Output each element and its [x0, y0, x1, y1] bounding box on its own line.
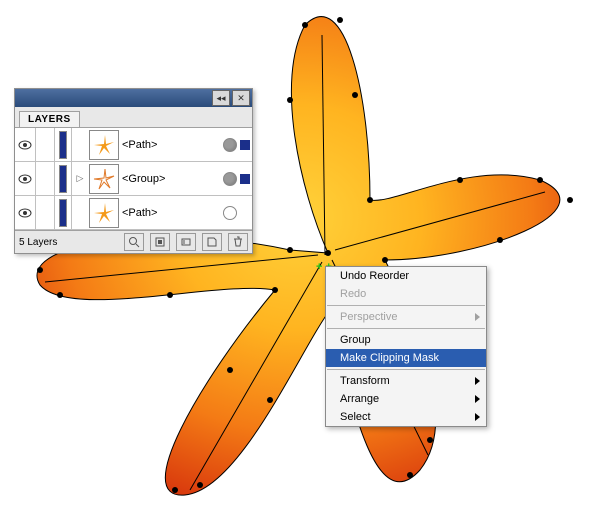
target-icon[interactable]: [223, 206, 237, 220]
layer-vis-row: [15, 196, 71, 230]
layer-color-swatch: [55, 128, 71, 161]
close-icon[interactable]: ✕: [232, 90, 250, 106]
layer-color-swatch: [55, 196, 71, 229]
layer-color-swatch: [55, 162, 71, 195]
menu-separator: [327, 328, 485, 329]
menu-make-clipping-mask[interactable]: Make Clipping Mask: [326, 349, 486, 367]
panel-tabrow: LAYERS: [15, 107, 252, 128]
starfish-artwork[interactable]: [0, 0, 600, 527]
eye-icon[interactable]: [15, 196, 36, 229]
menu-perspective: Perspective: [326, 308, 486, 326]
selection-indicator: [240, 140, 250, 150]
trash-icon[interactable]: [228, 233, 248, 251]
layers-footer: 5 Layers: [15, 230, 252, 253]
layer-row[interactable]: <Path>: [72, 196, 252, 230]
layer-thumbnail: [89, 198, 119, 228]
menu-separator: [327, 305, 485, 306]
menu-separator: [327, 369, 485, 370]
layer-vis-row: [15, 128, 71, 162]
layer-thumbnail: [89, 130, 119, 160]
menu-undo-reorder[interactable]: Undo Reorder: [326, 267, 486, 285]
menu-transform[interactable]: Transform: [326, 372, 486, 390]
layer-name[interactable]: <Path>: [122, 139, 220, 151]
menu-redo: Redo: [326, 285, 486, 303]
menu-arrange[interactable]: Arrange: [326, 390, 486, 408]
layers-count-label: 5 Layers: [19, 237, 57, 248]
canvas: ◂◂ ✕ LAYERS: [0, 0, 600, 527]
collapse-icon[interactable]: ◂◂: [212, 90, 230, 106]
target-icon[interactable]: [223, 172, 237, 186]
context-menu[interactable]: Undo Reorder Redo Perspective Group Make…: [325, 266, 487, 427]
target-icon[interactable]: [223, 138, 237, 152]
eye-icon[interactable]: [15, 162, 36, 195]
layer-thumbnail: [89, 164, 119, 194]
layers-visibility-column: [15, 128, 72, 230]
selection-indicator: [240, 174, 250, 184]
layers-tab[interactable]: LAYERS: [19, 111, 80, 127]
new-layer-icon[interactable]: [202, 233, 222, 251]
expand-icon[interactable]: ▷: [74, 173, 86, 184]
layer-vis-row: [15, 162, 71, 196]
lock-cell[interactable]: [36, 128, 55, 161]
layer-name[interactable]: <Group>: [122, 173, 220, 185]
layer-name[interactable]: <Path>: [122, 207, 220, 219]
locate-object-icon[interactable]: [124, 233, 144, 251]
panel-titlebar[interactable]: ◂◂ ✕: [15, 89, 252, 107]
new-sublayer-icon[interactable]: [176, 233, 196, 251]
layers-list: <Path> ▷ <Group>: [72, 128, 252, 230]
eye-icon[interactable]: [15, 128, 36, 161]
menu-select[interactable]: Select: [326, 408, 486, 426]
lock-cell[interactable]: [36, 162, 55, 195]
layers-panel[interactable]: ◂◂ ✕ LAYERS: [14, 88, 253, 254]
layers-body: <Path> ▷ <Group>: [15, 128, 252, 230]
layer-row[interactable]: ▷ <Group>: [72, 162, 252, 196]
menu-group[interactable]: Group: [326, 331, 486, 349]
layer-row[interactable]: <Path>: [72, 128, 252, 162]
make-clipping-mask-icon[interactable]: [150, 233, 170, 251]
lock-cell[interactable]: [36, 196, 55, 229]
